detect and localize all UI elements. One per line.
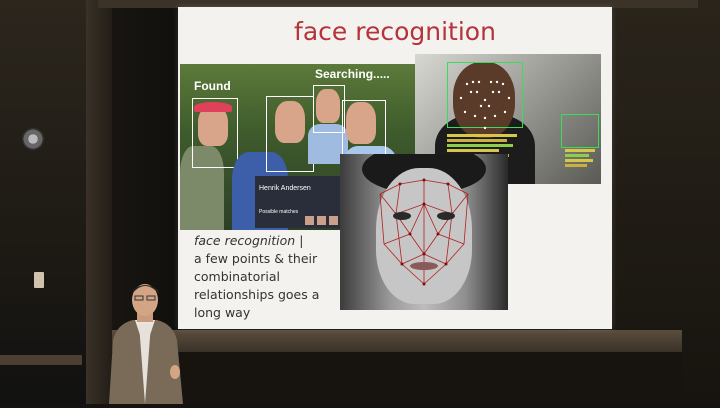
left-eye bbox=[393, 212, 411, 220]
face-landmark-mesh bbox=[379, 178, 469, 286]
caption-separator: | bbox=[295, 233, 304, 248]
match-thumbnail bbox=[329, 216, 338, 225]
face-detection-box bbox=[342, 100, 386, 160]
match-name: Henrik Andersen bbox=[259, 185, 311, 192]
confidence-bars-small bbox=[565, 149, 595, 169]
slide-caption: face recognition | a few points & their … bbox=[194, 232, 334, 322]
found-label: Found bbox=[194, 79, 231, 93]
face-mesh-image bbox=[340, 154, 508, 310]
speaker bbox=[103, 280, 187, 404]
side-desk bbox=[0, 355, 82, 365]
possible-matches-label: Possible matches bbox=[259, 209, 299, 215]
slide-title: face recognition bbox=[294, 17, 496, 46]
searching-label: Searching..... bbox=[315, 67, 390, 81]
speaker-figure bbox=[109, 284, 183, 404]
face-detection-box bbox=[266, 96, 314, 172]
face-detection-box bbox=[313, 85, 345, 133]
caption-line: long way bbox=[194, 305, 251, 320]
caption-line: a few points & their bbox=[194, 251, 318, 266]
stage-wall bbox=[112, 352, 682, 404]
projected-slide: face recognition Found Searching..... He… bbox=[178, 7, 612, 329]
right-eye bbox=[437, 212, 455, 220]
match-thumbnail bbox=[305, 216, 314, 225]
match-thumbnail bbox=[317, 216, 326, 225]
caption-line: relationships goes a bbox=[194, 287, 320, 302]
screen-ledge bbox=[112, 330, 682, 352]
wall-outlet bbox=[34, 272, 44, 288]
caption-line: combinatorial bbox=[194, 269, 280, 284]
match-info-panel: Henrik Andersen Possible matches bbox=[255, 176, 346, 228]
face-detection-box bbox=[192, 98, 238, 168]
caption-italic: face recognition bbox=[194, 233, 296, 248]
lips bbox=[410, 262, 438, 270]
wall-camera bbox=[22, 128, 44, 150]
